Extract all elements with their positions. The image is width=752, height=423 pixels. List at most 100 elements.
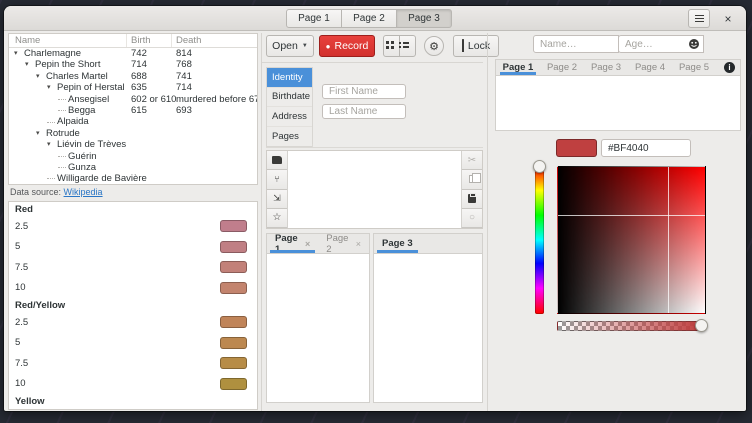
menu-button[interactable]: [688, 9, 710, 28]
tree-cell-death: 714: [176, 82, 192, 93]
tree-row[interactable]: Ansegisel602 or 610murdered before 679: [9, 94, 257, 105]
tree-row[interactable]: ▾Liévin de Trèves: [9, 139, 257, 150]
color-row[interactable]: 10: [9, 374, 257, 395]
name-input[interactable]: [533, 35, 619, 53]
alpha-slider-handle[interactable]: [695, 319, 708, 332]
tab-page-2[interactable]: Page 2×: [318, 234, 369, 253]
hue-slider-handle[interactable]: [533, 160, 546, 173]
color-row[interactable]: 2.5: [9, 312, 257, 333]
info-icon[interactable]: i: [724, 62, 735, 73]
cut-button[interactable]: ✂: [462, 151, 482, 170]
color-row[interactable]: 2.5: [9, 216, 257, 237]
wikipedia-link[interactable]: Wikipedia: [64, 187, 103, 197]
stack-item-address[interactable]: Address: [267, 107, 312, 127]
color-row-label: 7.5: [15, 262, 28, 273]
tree-row[interactable]: Gunza: [9, 162, 257, 173]
hue-slider[interactable]: [535, 166, 544, 314]
color-row[interactable]: 7.5: [9, 353, 257, 374]
tab-close-icon[interactable]: ×: [356, 239, 361, 249]
grid-view-button[interactable]: [383, 35, 400, 57]
expander-icon[interactable]: ▾: [36, 128, 46, 139]
settings-button[interactable]: ⚙: [424, 36, 444, 56]
list-view-button[interactable]: [399, 35, 416, 57]
notebook-corner: i: [724, 60, 740, 75]
stack-item-pages[interactable]: Pages: [267, 127, 312, 147]
stack-item-identity[interactable]: Identity: [267, 68, 312, 88]
color-row[interactable]: 5: [9, 333, 257, 354]
tree-row[interactable]: Alpaida: [9, 116, 257, 127]
header-tab-page-3[interactable]: Page 3: [396, 9, 452, 28]
insert-object-button[interactable]: ⑂: [267, 170, 287, 189]
hex-color-input[interactable]: [601, 139, 691, 157]
copy-button[interactable]: [462, 170, 482, 189]
current-color-swatch: [556, 139, 597, 157]
right-notebook-tabs: Page 1Page 2Page 3Page 4Page 5 i: [496, 60, 740, 76]
tree-row[interactable]: ▾Charles Martel688741: [9, 71, 257, 82]
tree-row[interactable]: ▾Rotrude: [9, 128, 257, 139]
color-group-header-yellow: Yellow: [9, 394, 257, 408]
expander-icon[interactable]: ▾: [36, 71, 46, 82]
record-circle-button[interactable]: ○: [462, 209, 482, 228]
expander-icon[interactable]: ▾: [14, 48, 24, 59]
header-tab-page-1[interactable]: Page 1: [286, 9, 342, 28]
right-tab-page-3[interactable]: Page 3: [584, 60, 628, 75]
tree-line: [58, 99, 66, 100]
column-header-death[interactable]: Death: [176, 35, 201, 46]
tree-cell-name: Alpaida: [9, 116, 89, 127]
tree-row[interactable]: ▾Pepin the Short714768: [9, 59, 257, 70]
text-editor-area[interactable]: [288, 151, 461, 228]
paste-icon: [468, 194, 476, 203]
color-swatch: [220, 316, 247, 328]
color-row[interactable]: 10: [9, 278, 257, 299]
fullscreen-button[interactable]: ⇲: [267, 190, 287, 209]
tree-cell-name: Ansegisel: [9, 94, 109, 105]
first-name-field[interactable]: [322, 84, 406, 99]
lock-button[interactable]: Lock: [453, 35, 499, 57]
tree-row[interactable]: ▾Pepin of Herstal635714: [9, 82, 257, 93]
pane-separator-left[interactable]: [261, 33, 262, 411]
tree-row[interactable]: Willigarde de Bavière: [9, 173, 257, 184]
color-row-label: 5: [15, 241, 20, 252]
cut-icon: ✂: [468, 155, 476, 166]
expander-icon[interactable]: ▾: [47, 139, 57, 150]
color-row-label: 7.5: [15, 358, 28, 369]
paste-button[interactable]: [462, 190, 482, 209]
color-row[interactable]: 7.5: [9, 257, 257, 278]
color-row[interactable]: 5: [9, 237, 257, 258]
tree-row-label: Begga: [68, 105, 95, 116]
right-tab-page-1[interactable]: Page 1: [496, 60, 540, 75]
column-header-name[interactable]: Name: [15, 35, 40, 46]
image-icon: [272, 156, 282, 164]
insert-image-button[interactable]: [267, 151, 287, 170]
tree-row[interactable]: Begga615693: [9, 105, 257, 116]
right-tab-page-5[interactable]: Page 5: [672, 60, 716, 75]
close-button[interactable]: ×: [718, 9, 738, 28]
alpha-slider[interactable]: [557, 321, 701, 331]
favorite-button[interactable]: ☆: [267, 209, 287, 228]
expander-icon[interactable]: ▾: [25, 59, 35, 70]
right-tab-page-4[interactable]: Page 4: [628, 60, 672, 75]
tab-close-icon[interactable]: ×: [305, 239, 310, 249]
record-button[interactable]: ● Record: [319, 35, 375, 57]
pane-separator-right[interactable]: [487, 33, 488, 411]
header-tab-page-2[interactable]: Page 2: [341, 9, 397, 28]
saturation-value-plane[interactable]: [557, 166, 706, 314]
last-name-field[interactable]: [322, 104, 406, 119]
tree-row[interactable]: ▾Charlemagne742814: [9, 48, 257, 59]
expander-icon[interactable]: ▾: [47, 82, 57, 93]
tab-page-3[interactable]: Page 3: [374, 234, 421, 253]
emoji-icon[interactable]: [688, 38, 700, 50]
color-list: Red2.557.510Red/Yellow2.557.510Yellow: [8, 201, 258, 410]
tree-row-label: Charlemagne: [24, 48, 81, 59]
open-button-label: Open: [272, 40, 298, 52]
right-tab-page-2[interactable]: Page 2: [540, 60, 584, 75]
color-swatch: [220, 282, 247, 294]
tree-row[interactable]: Guérin: [9, 151, 257, 162]
tree-cell-name: ▾Charlemagne: [9, 48, 81, 59]
stack-item-birthdate[interactable]: Birthdate: [267, 88, 312, 108]
color-group-header-red: Red: [9, 202, 257, 216]
open-button[interactable]: Open ▼: [266, 35, 314, 57]
tree-row-label: Pepin of Herstal: [57, 82, 125, 93]
column-header-birth[interactable]: Birth: [131, 35, 151, 46]
tab-page-1[interactable]: Page 1×: [267, 234, 318, 253]
